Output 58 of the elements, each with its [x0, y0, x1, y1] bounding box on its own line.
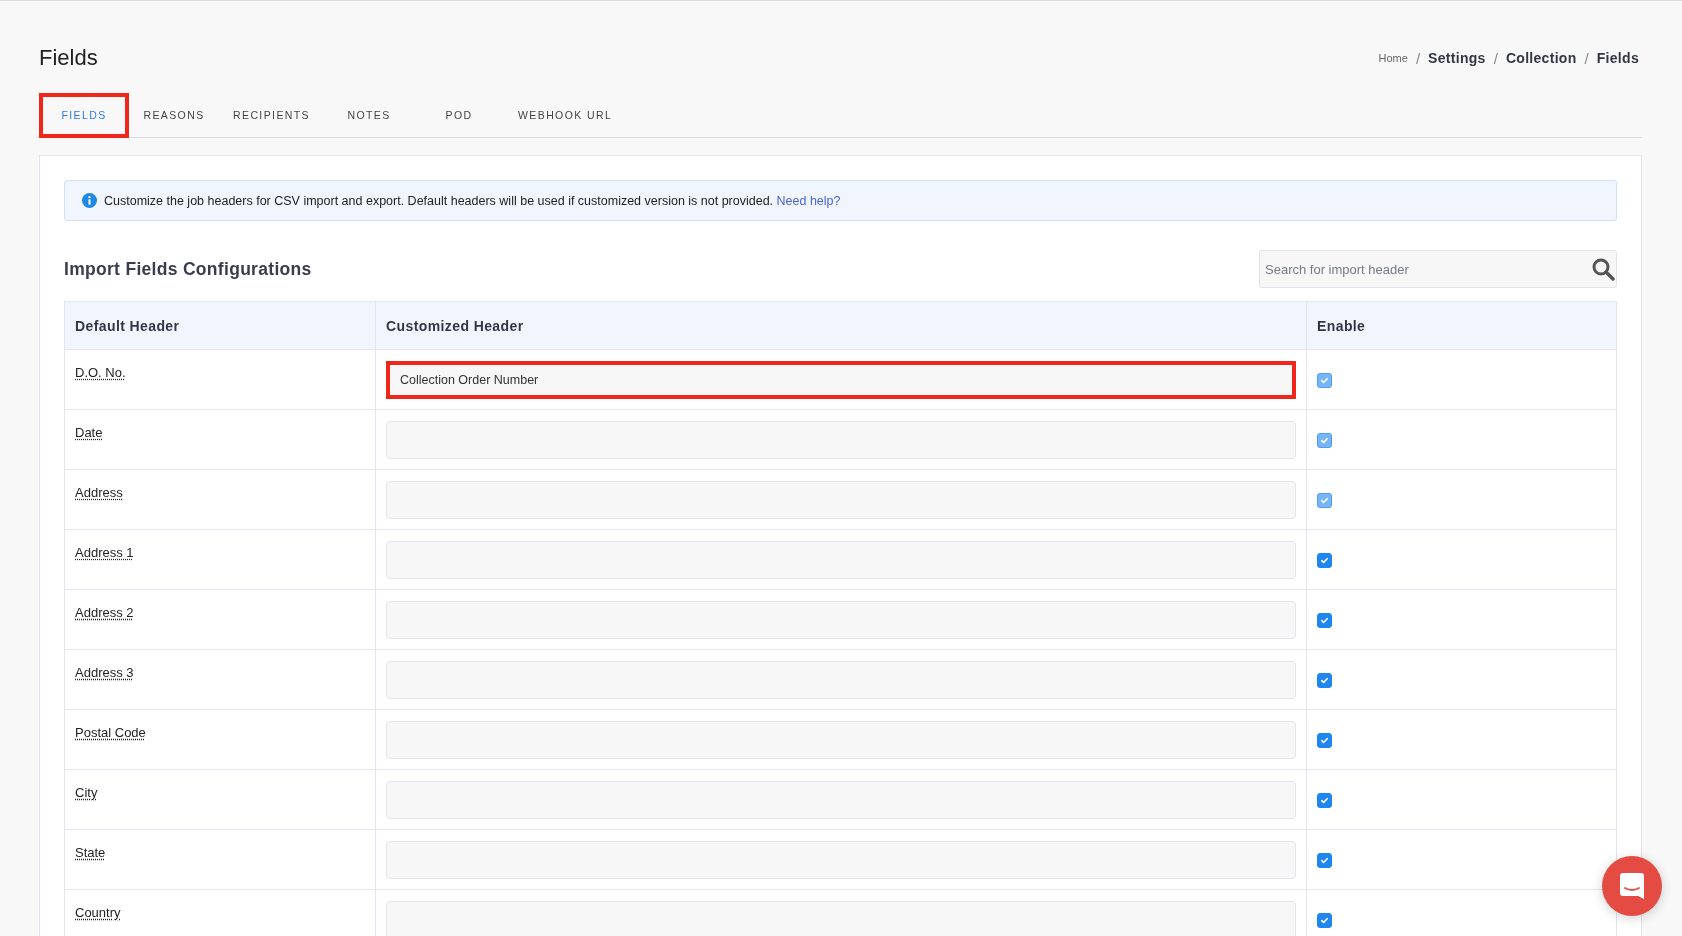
info-icon [82, 193, 97, 208]
check-icon [1320, 855, 1329, 865]
customized-header-field[interactable] [386, 600, 1296, 639]
default-header-label: D.O. No. [75, 365, 126, 380]
breadcrumb-link[interactable]: Home [1378, 52, 1408, 64]
default-header-label: Address [75, 485, 123, 500]
breadcrumb-item: Settings [1428, 50, 1486, 66]
tab[interactable]: POD [414, 93, 504, 138]
column-header: Customized Header [375, 301, 1307, 350]
check-icon [1320, 735, 1329, 745]
enable-checkbox[interactable] [1317, 612, 1332, 628]
breadcrumb-separator: / [1415, 49, 1421, 67]
customized-header-field[interactable] [386, 540, 1296, 579]
search-icon [1591, 257, 1615, 281]
breadcrumb-item: Fields [1596, 50, 1639, 66]
check-icon [1320, 675, 1329, 685]
breadcrumb-separator: / [1584, 49, 1589, 67]
check-icon [1320, 495, 1329, 505]
section-title: Import Fields Configurations [64, 258, 312, 280]
default-header-label: State [75, 845, 106, 860]
customized-header-field[interactable] [386, 780, 1296, 819]
default-header-label: Address 3 [75, 665, 134, 680]
enable-checkbox[interactable] [1317, 732, 1332, 748]
column-header: Enable [1306, 301, 1617, 350]
tab[interactable]: REASONS [129, 93, 219, 138]
customized-header-field[interactable] [386, 840, 1296, 879]
default-header-label: Country [75, 905, 121, 920]
check-icon [1320, 435, 1329, 445]
column-header: Default Header [64, 301, 376, 350]
page-title: Fields [39, 45, 98, 71]
breadcrumb-item: Collection [1505, 50, 1577, 66]
customized-header-field[interactable] [386, 720, 1296, 759]
help-link[interactable]: Need help? [776, 193, 841, 208]
breadcrumb-separator: / [1493, 49, 1498, 67]
enable-checkbox[interactable] [1317, 792, 1332, 808]
check-icon [1320, 375, 1329, 385]
check-icon [1320, 795, 1329, 805]
default-header-label: Address 2 [75, 605, 134, 620]
enable-checkbox[interactable] [1317, 912, 1332, 928]
default-header-label: Date [75, 425, 103, 440]
tab[interactable]: NOTES [324, 93, 414, 138]
enable-checkbox[interactable] [1317, 552, 1332, 568]
chat-icon [1617, 871, 1647, 901]
customized-header-field[interactable] [386, 660, 1296, 699]
tab[interactable]: RECIPIENTS [219, 93, 324, 138]
default-header-label: City [75, 785, 98, 800]
check-icon [1320, 615, 1329, 625]
customized-header-field[interactable] [386, 900, 1296, 936]
tab[interactable]: WEBHOOK URL [504, 93, 627, 138]
check-icon [1320, 555, 1329, 565]
tab[interactable]: FIELDS [39, 93, 129, 138]
default-header-label: Address 1 [75, 545, 134, 560]
info-text: Customize the job headers for CSV import and export. Default headers will be used if customized version is not provided. Need help? [104, 193, 841, 208]
check-icon [1320, 915, 1329, 925]
enable-checkbox[interactable] [1317, 672, 1332, 688]
search-field[interactable]: Search for import header [1259, 250, 1617, 288]
enable-checkbox[interactable] [1317, 852, 1332, 868]
default-header-label: Postal Code [75, 725, 146, 740]
